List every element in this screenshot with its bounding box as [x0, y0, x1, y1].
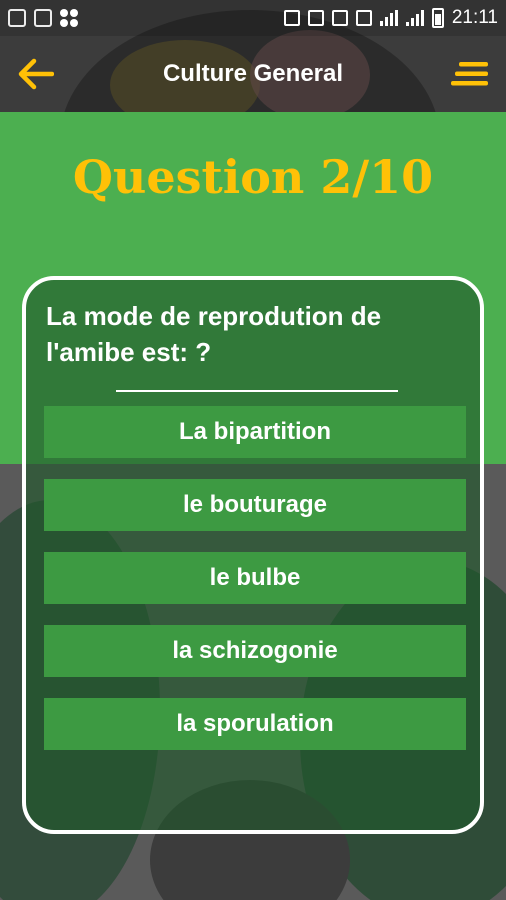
cell-signal-icon: [405, 10, 424, 26]
back-button[interactable]: [0, 36, 72, 112]
battery-icon: [431, 8, 444, 28]
image-notification-icon: [34, 9, 52, 27]
question-counter: Question 2/10: [72, 150, 434, 204]
answer-list: La bipartition le bouturage le bulbe la …: [44, 406, 468, 771]
music-notification-icon: [8, 9, 26, 27]
apps-notification-icon: [60, 9, 78, 27]
answer-button[interactable]: le bouturage: [44, 479, 466, 531]
question-text: La mode de reprodution de l'amibe est: ?: [46, 301, 382, 367]
call-icon: [355, 10, 372, 26]
mute-icon: [307, 10, 324, 26]
menu-icon: [451, 62, 488, 86]
status-time: 21:11: [451, 7, 498, 28]
app-toolbar: Culture General: [0, 36, 506, 112]
divider: [116, 390, 398, 392]
cast-icon: [283, 10, 300, 26]
answer-button[interactable]: la sporulation: [44, 698, 466, 750]
quiz-screen: 21:11 Culture General Question 2/10 La m…: [0, 0, 506, 900]
data-signal-icon: [379, 10, 398, 26]
answer-button[interactable]: La bipartition: [44, 406, 466, 458]
menu-button[interactable]: [434, 36, 506, 112]
question-card: La mode de reprodution de l'amibe est: ?…: [22, 276, 484, 834]
arrow-left-icon: [18, 58, 54, 90]
answer-button[interactable]: la schizogonie: [44, 625, 466, 677]
alarm-icon: [331, 10, 348, 26]
status-bar: 21:11: [0, 0, 506, 36]
answer-button[interactable]: le bulbe: [44, 552, 466, 604]
page-title: Culture General: [162, 60, 344, 87]
